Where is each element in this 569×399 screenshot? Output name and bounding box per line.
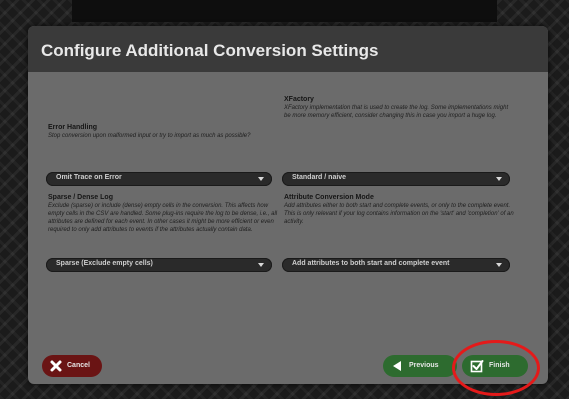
sparse-dense-select[interactable]: Sparse (Exclude empty cells) xyxy=(46,258,272,272)
attribute-mode-value: Add attributes to both start and complet… xyxy=(292,260,450,267)
previous-label: Previous xyxy=(409,362,439,369)
attribute-mode-description: Add attributes either to both start and … xyxy=(284,203,514,225)
sparse-dense-value: Sparse (Exclude empty cells) xyxy=(56,260,153,267)
error-handling-description: Stop conversion upon malformed input or … xyxy=(48,133,251,139)
attribute-mode-select[interactable]: Add attributes to both start and complet… xyxy=(282,258,510,272)
dialog-header: Configure Additional Conversion Settings xyxy=(28,26,548,72)
previous-button[interactable]: Previous xyxy=(383,355,457,377)
chevron-down-icon xyxy=(496,263,502,267)
conversion-settings-dialog: Configure Additional Conversion Settings… xyxy=(28,26,548,384)
xfactory-value: Standard / naive xyxy=(292,174,347,181)
arrow-left-icon xyxy=(393,361,401,371)
error-handling-label: Error Handling xyxy=(48,124,98,131)
close-icon xyxy=(50,360,62,372)
finish-highlight-circle xyxy=(452,340,540,396)
error-handling-value: Omit Trace on Error xyxy=(56,174,122,181)
error-handling-select[interactable]: Omit Trace on Error xyxy=(46,172,272,186)
xfactory-select[interactable]: Standard / naive xyxy=(282,172,510,186)
chevron-down-icon xyxy=(496,177,502,181)
top-bar xyxy=(72,0,497,22)
cancel-label: Cancel xyxy=(67,362,90,369)
xfactory-label: XFactory xyxy=(284,96,314,103)
chevron-down-icon xyxy=(258,263,264,267)
attribute-mode-label: Attribute Conversion Mode xyxy=(284,194,374,201)
sparse-dense-description: Exclude (sparse) or include (dense) empt… xyxy=(48,203,278,233)
xfactory-description: XFactory implementation that is used to … xyxy=(284,105,509,119)
dialog-title: Configure Additional Conversion Settings xyxy=(41,41,379,60)
chevron-down-icon xyxy=(258,177,264,181)
sparse-dense-label: Sparse / Dense Log xyxy=(48,194,113,201)
cancel-button[interactable]: Cancel xyxy=(42,355,102,377)
